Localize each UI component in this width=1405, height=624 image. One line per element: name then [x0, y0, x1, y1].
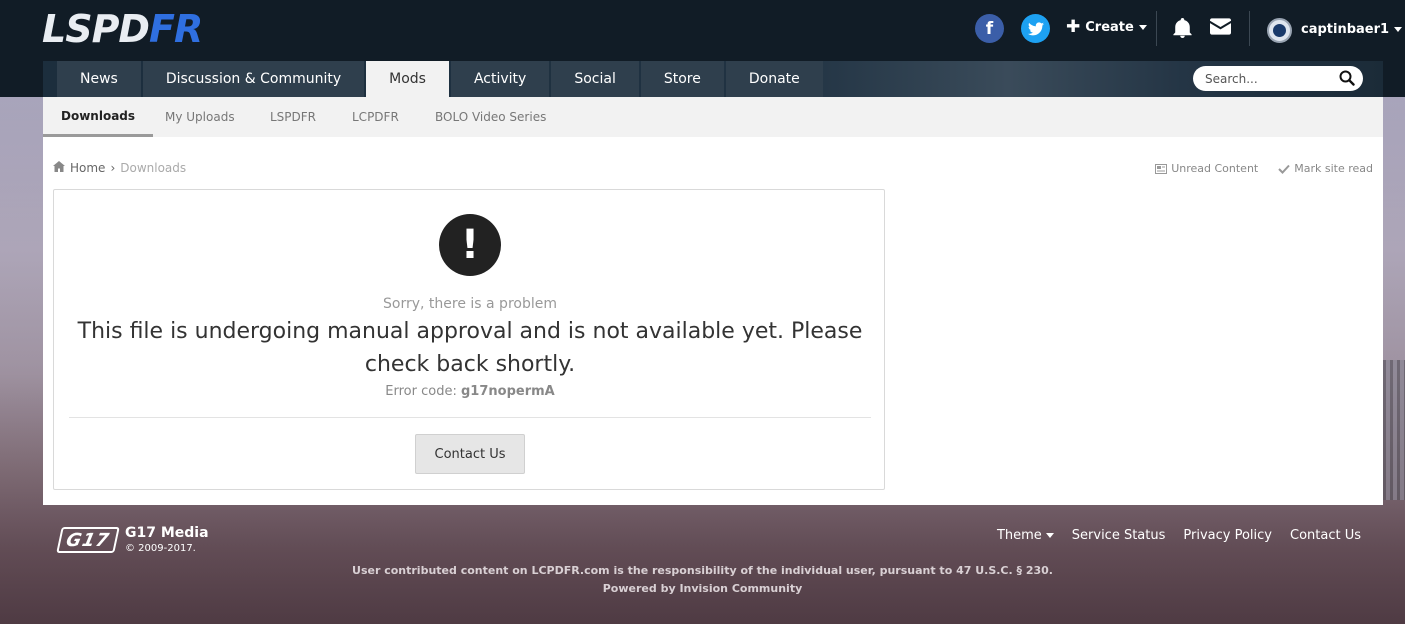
- search-box: [1193, 66, 1363, 91]
- footer-copyright: © 2009-2017.: [125, 543, 196, 554]
- footer-company: G17 Media: [125, 525, 209, 541]
- newspaper-icon: [1155, 163, 1168, 174]
- avatar[interactable]: [1267, 18, 1292, 43]
- header-divider: [1156, 11, 1157, 46]
- tab-store[interactable]: Store: [640, 61, 724, 97]
- breadcrumb-home[interactable]: Home: [70, 161, 105, 175]
- chevron-down-icon: [1394, 27, 1403, 32]
- footer-contact-us-link[interactable]: Contact Us: [1290, 528, 1361, 543]
- breadcrumb-current: Downloads: [120, 161, 187, 175]
- unread-content-label: Unread Content: [1171, 162, 1259, 175]
- background-pier: [1383, 360, 1405, 500]
- facebook-icon[interactable]: f: [975, 14, 1004, 43]
- twitter-icon[interactable]: [1021, 14, 1050, 43]
- plus-icon: ✚: [1066, 17, 1081, 37]
- site-logo[interactable]: LSPDFR: [42, 10, 203, 48]
- username: captinbaer1: [1301, 22, 1390, 37]
- chevron-down-icon: [1045, 533, 1054, 538]
- error-title: Sorry, there is a problem: [383, 296, 557, 312]
- top-links: Unread Content Mark site read: [1155, 162, 1373, 175]
- footer-powered-by[interactable]: Powered by Invision Community: [0, 582, 1405, 595]
- logo-text-main: LSPD: [42, 7, 150, 51]
- subnav-item-downloads[interactable]: Downloads: [43, 97, 154, 137]
- chevron-down-icon: [1138, 25, 1147, 30]
- subnav-item-lcpdfr[interactable]: LCPDFR: [352, 97, 399, 137]
- error-panel: ! Sorry, there is a problem This file is…: [53, 189, 885, 490]
- theme-menu[interactable]: Theme: [997, 528, 1054, 543]
- error-code-label: Error code:: [385, 384, 457, 399]
- subnav-item-my-uploads[interactable]: My Uploads: [165, 97, 235, 137]
- search-icon[interactable]: [1339, 70, 1355, 90]
- header-divider: [1249, 11, 1250, 46]
- unread-content-link[interactable]: Unread Content: [1155, 162, 1258, 175]
- tab-news[interactable]: News: [57, 61, 141, 97]
- check-icon: [1278, 164, 1290, 174]
- error-code: Error code: g17nopermA: [54, 384, 886, 399]
- main-content: Home › Downloads Unread Content Mark sit…: [43, 137, 1383, 505]
- breadcrumb-separator: ›: [110, 161, 116, 175]
- breadcrumb: Home › Downloads: [53, 161, 186, 175]
- tab-activity[interactable]: Activity: [450, 61, 550, 97]
- subnav-item-lspdfr[interactable]: LSPDFR: [270, 97, 316, 137]
- logo-text-accent: FR: [148, 7, 203, 51]
- tab-mods[interactable]: Mods: [366, 61, 449, 97]
- create-label: Create: [1085, 20, 1134, 35]
- g17-logo-text: G17: [64, 529, 112, 551]
- avatar-emblem: [1273, 24, 1286, 37]
- create-menu[interactable]: ✚ Create: [1066, 19, 1147, 36]
- bell-icon[interactable]: [1173, 18, 1192, 42]
- footer-disclaimer: User contributed content on LCPDFR.com i…: [352, 564, 1053, 577]
- mail-icon[interactable]: [1210, 18, 1231, 39]
- facebook-glyph: f: [985, 18, 994, 39]
- divider: [69, 417, 871, 418]
- mark-site-read-link[interactable]: Mark site read: [1278, 162, 1373, 175]
- mark-site-read-label: Mark site read: [1294, 162, 1373, 175]
- privacy-policy-link[interactable]: Privacy Policy: [1183, 528, 1272, 543]
- service-status-link[interactable]: Service Status: [1072, 528, 1166, 543]
- error-code-value: g17nopermA: [460, 384, 555, 399]
- exclamation-icon: !: [439, 214, 501, 276]
- search-input[interactable]: [1205, 71, 1333, 86]
- footer-links: Theme Service Status Privacy Policy Cont…: [997, 528, 1361, 543]
- g17-logo[interactable]: G17: [56, 527, 120, 553]
- sub-nav: Downloads My Uploads LSPDFR LCPDFR BOLO …: [43, 97, 1383, 137]
- tab-donate[interactable]: Donate: [725, 61, 823, 97]
- error-message: This file is undergoing manual approval …: [77, 319, 863, 377]
- main-nav: News Discussion & Community Mods Activit…: [57, 61, 823, 97]
- contact-us-button[interactable]: Contact Us: [415, 434, 525, 474]
- home-icon: [53, 161, 65, 175]
- theme-label: Theme: [996, 528, 1042, 543]
- tab-discussion-community[interactable]: Discussion & Community: [142, 61, 365, 97]
- subnav-item-bolo-video-series[interactable]: BOLO Video Series: [435, 97, 546, 137]
- tab-social[interactable]: Social: [551, 61, 639, 97]
- user-menu[interactable]: captinbaer1: [1301, 22, 1403, 37]
